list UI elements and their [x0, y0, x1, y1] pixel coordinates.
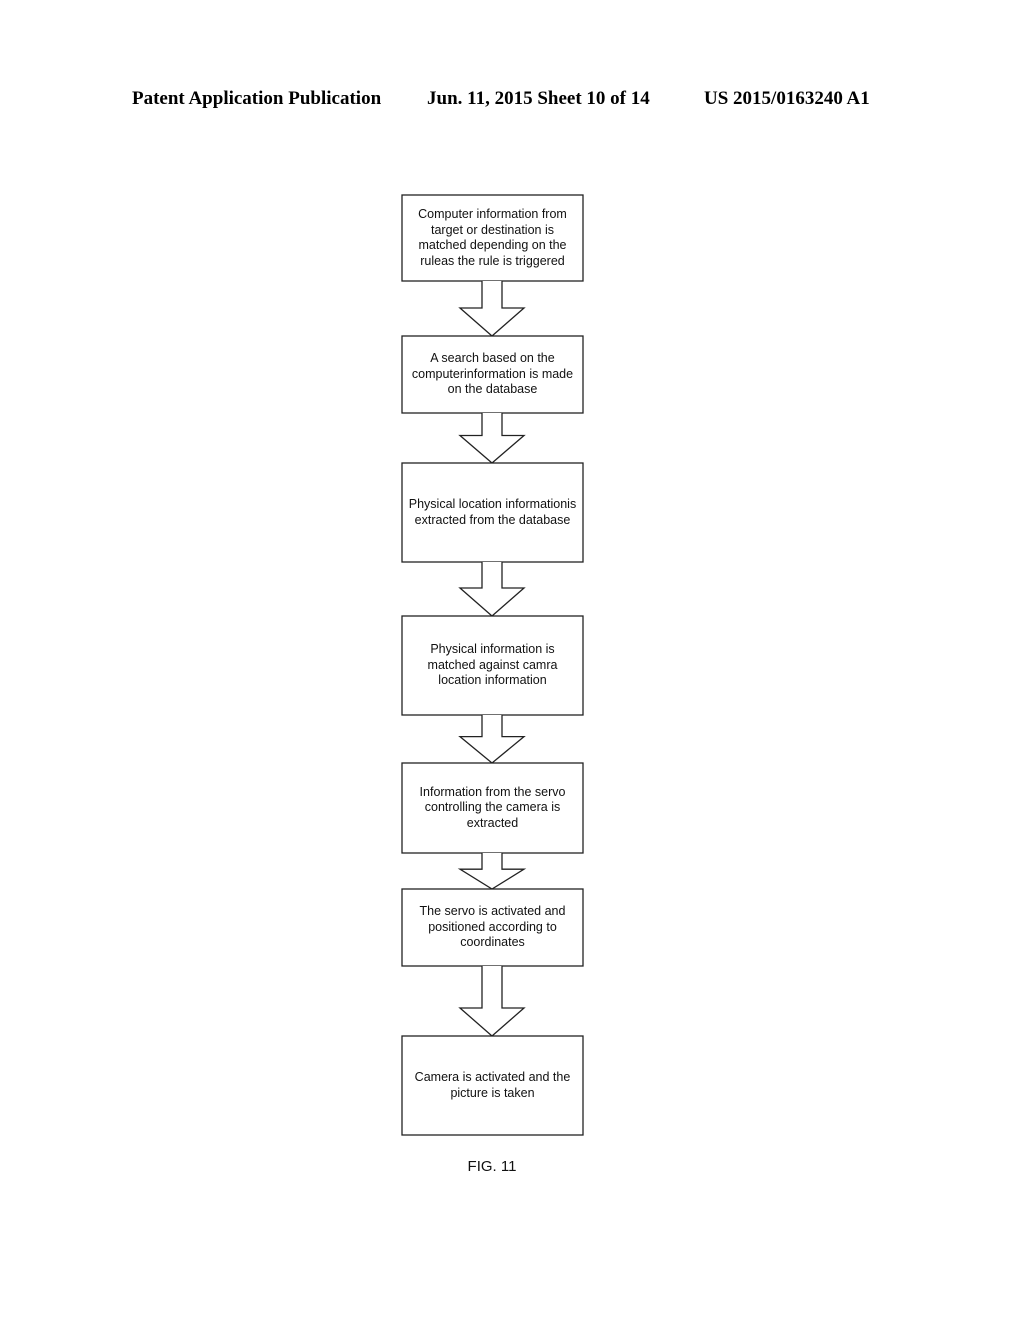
- step-7-text: Camera is activated and the picture is t…: [414, 1070, 571, 1100]
- step-2-text: A search based on the computerinformatio…: [411, 351, 574, 397]
- step-1-text: Computer information from target or dest…: [418, 207, 567, 268]
- step-4-text: Physical information is matched against …: [427, 642, 558, 688]
- figure-label: FIG. 11: [467, 1158, 517, 1175]
- step-3-text: Physical location informationis extracte…: [408, 497, 577, 527]
- down-arrow-icon: [458, 966, 526, 1037]
- down-arrow-icon: [458, 715, 526, 764]
- down-arrow-icon: [457, 853, 527, 890]
- down-arrow-icon: [458, 562, 526, 617]
- down-arrow-icon: [458, 413, 526, 464]
- down-arrow-icon: [458, 281, 526, 337]
- step-6-text: The servo is activated and positioned ac…: [419, 904, 566, 950]
- step-5-text: Information from the servo controlling t…: [419, 784, 566, 830]
